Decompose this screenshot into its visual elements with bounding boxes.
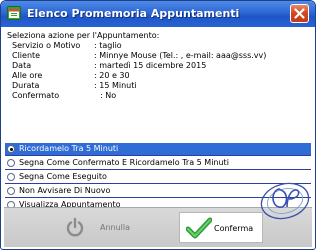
power-icon — [66, 217, 84, 237]
detail-label: Cliente — [12, 51, 41, 60]
option-label: Segna Come Eseguito — [19, 172, 107, 181]
detail-label: Confermato — [12, 91, 60, 100]
window-title: Elenco Promemoria Appuntamenti — [27, 7, 240, 20]
confirm-button[interactable]: Conferma — [179, 212, 263, 243]
radio-button[interactable] — [7, 145, 15, 153]
option-remind-5-min[interactable]: Ricordamelo Tra 5 Minuti — [5, 143, 311, 156]
radio-button[interactable] — [7, 173, 15, 181]
radio-button[interactable] — [7, 187, 15, 195]
calendar-icon — [7, 6, 21, 20]
option-label: Segna Come Confermato E Ricordamelo Tra … — [19, 158, 229, 167]
dialog-window: Elenco Promemoria Appuntamenti Seleziona… — [0, 0, 316, 250]
option-label: Ricordamelo Tra 5 Minuti — [19, 144, 119, 153]
close-icon — [294, 8, 305, 19]
checkmark-icon — [186, 217, 212, 239]
detail-value: : 15 Minuti — [94, 81, 137, 90]
confirm-label: Conferma — [214, 224, 254, 233]
detail-label: Durata — [12, 81, 40, 90]
cancel-label: Annulla — [100, 223, 131, 232]
option-label: Non Avvisare Di Nuovo — [19, 186, 111, 195]
detail-value: : 20 e 30 — [94, 71, 130, 80]
close-button[interactable] — [290, 4, 309, 23]
option-confirm-and-remind[interactable]: Segna Come Confermato E Ricordamelo Tra … — [5, 157, 311, 170]
detail-label: Alle ore — [12, 71, 43, 80]
details-heading: Seleziona azione per l'Appuntamento: — [7, 31, 160, 40]
detail-label: Servizio o Motivo — [12, 41, 81, 50]
detail-value: : taglio — [94, 41, 122, 50]
brand-logo — [260, 182, 310, 220]
detail-value: : Minnye Mouse (Tel.: , e-mail: aaa@sss.… — [94, 51, 267, 60]
detail-label: Data — [12, 61, 32, 70]
title-bar[interactable]: Elenco Promemoria Appuntamenti — [1, 1, 315, 27]
radio-button[interactable] — [7, 159, 15, 167]
detail-value: : No — [100, 91, 117, 100]
cancel-button[interactable]: Annulla — [58, 212, 174, 243]
detail-value: : martedì 15 dicembre 2015 — [94, 61, 207, 70]
